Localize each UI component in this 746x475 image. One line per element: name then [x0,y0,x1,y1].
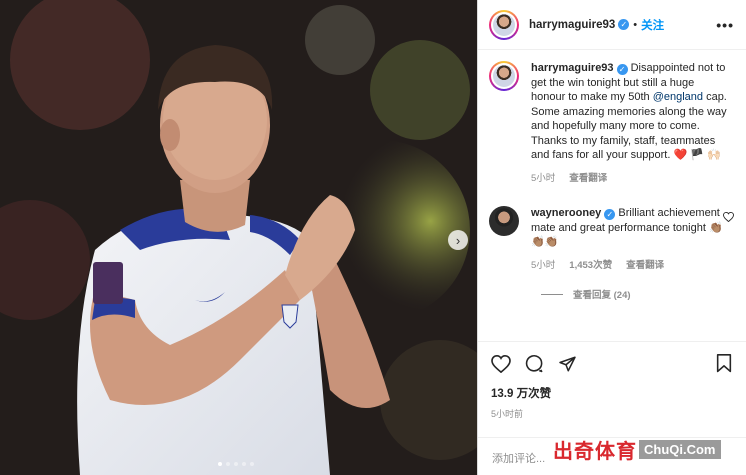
post-header: harrymaguire93 ✓ • 关注 ••• [478,0,746,50]
verified-badge-icon: ✓ [618,19,630,30]
caption-emojis: ❤️ 🏴 🙌🏻 [673,149,721,161]
post-photo[interactable]: › [0,0,477,475]
watermark-cn: 出奇体育 [553,440,637,463]
site-watermark: 出奇体育 ChuQi.Com [553,433,721,465]
replies-divider [541,293,563,295]
view-replies-button[interactable]: 查看回复 (24) [541,287,734,301]
author-username[interactable]: harrymaguire93 [529,19,615,31]
follow-button[interactable]: 关注 [641,17,664,33]
like-count[interactable]: 13.9 万次赞 [491,385,732,401]
comment-time: 5小时 [531,259,556,271]
verified-badge-icon: ✓ [604,209,616,220]
carousel-dot [234,462,238,466]
comment-icon[interactable] [525,354,544,373]
comment-meta: 5小时 1,453次赞 查看翻译 [531,259,723,274]
watermark-en: ChuQi.Com [639,439,721,459]
comments-section: harrymaguire93 ✓ Disappointed not to get … [478,51,746,341]
carousel-dot [242,462,246,466]
share-icon[interactable] [558,355,577,373]
caption-see-translation[interactable]: 查看翻译 [569,172,607,187]
comment-item: waynerooney ✓ Brilliant achievement mate … [489,206,734,273]
caption-mention-link[interactable]: @england [653,91,703,103]
action-icons [491,354,732,373]
verified-badge-icon: ✓ [616,64,628,75]
carousel-dot [250,462,254,466]
carousel-next-button[interactable]: › [448,230,468,250]
caption-meta: 5小时 查看翻译 [531,172,727,187]
carousel-dot [226,462,230,466]
commenter-username[interactable]: waynerooney [531,207,601,219]
bookmark-icon[interactable] [716,354,732,373]
carousel-dots [218,462,254,466]
commenter-avatar[interactable] [489,206,519,236]
heart-icon[interactable] [491,354,511,373]
caption: harrymaguire93 ✓ Disappointed not to get … [489,61,734,186]
post-time: 5小时前 [491,409,524,419]
caption-author-avatar[interactable] [489,61,519,91]
carousel-dot [218,462,222,466]
more-options-icon[interactable]: ••• [716,17,734,33]
comment-see-translation[interactable]: 查看翻译 [626,259,664,274]
comment-heart-icon[interactable] [723,206,734,273]
caption-time: 5小时 [531,172,556,184]
author-avatar[interactable] [489,9,519,40]
player-photo [0,0,477,475]
post-actions: 13.9 万次赞 5小时前 [478,341,746,420]
separator-dot: • [633,18,638,31]
post-side-panel: harrymaguire93 ✓ • 关注 ••• harrymaguire93… [477,0,746,475]
comment-like-count[interactable]: 1,453次赞 [569,259,612,274]
view-replies-label[interactable]: 查看回复 (24) [573,287,631,301]
caption-username[interactable]: harrymaguire93 [531,62,614,74]
